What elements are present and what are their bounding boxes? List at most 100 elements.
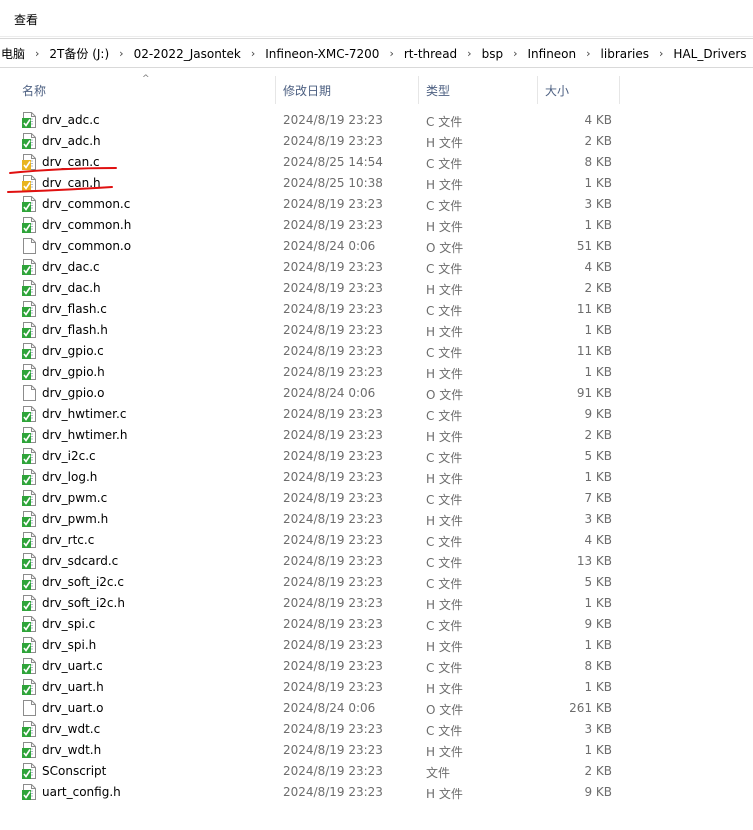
- breadcrumb-item[interactable]: 2T备份 (J:): [48, 45, 110, 62]
- file-row[interactable]: drv_uart.o 2024/8/24 0:06 O 文件 261 KB: [0, 698, 753, 719]
- column-header-date[interactable]: 修改日期: [283, 82, 331, 99]
- file-size: 4 KB: [584, 113, 612, 127]
- column-divider[interactable]: [418, 76, 419, 104]
- column-divider[interactable]: [537, 76, 538, 104]
- source-file-icon: [22, 196, 36, 212]
- file-name: drv_sdcard.c: [42, 554, 119, 568]
- source-file-icon: [22, 301, 36, 317]
- file-row[interactable]: drv_adc.h 2024/8/19 23:23 H 文件 2 KB: [0, 131, 753, 152]
- column-header-name[interactable]: 名称: [22, 82, 46, 99]
- file-row[interactable]: drv_soft_i2c.h 2024/8/19 23:23 H 文件 1 KB: [0, 593, 753, 614]
- file-row[interactable]: drv_soft_i2c.c 2024/8/19 23:23 C 文件 5 KB: [0, 572, 753, 593]
- file-row[interactable]: drv_gpio.c 2024/8/19 23:23 C 文件 11 KB: [0, 341, 753, 362]
- file-modified-date: 2024/8/24 0:06: [283, 239, 376, 253]
- column-divider[interactable]: [619, 76, 620, 104]
- breadcrumb-item[interactable]: 电脑: [0, 45, 26, 62]
- file-name: drv_flash.c: [42, 302, 107, 316]
- breadcrumb-separator-icon[interactable]: ›: [467, 47, 471, 60]
- file-row[interactable]: drv_gpio.h 2024/8/19 23:23 H 文件 1 KB: [0, 362, 753, 383]
- file-row[interactable]: drv_sdcard.c 2024/8/19 23:23 C 文件 13 KB: [0, 551, 753, 572]
- file-row[interactable]: drv_uart.h 2024/8/19 23:23 H 文件 1 KB: [0, 677, 753, 698]
- file-row[interactable]: uart_config.h 2024/8/19 23:23 H 文件 9 KB: [0, 782, 753, 803]
- file-row[interactable]: drv_can.h 2024/8/25 10:38 H 文件 1 KB: [0, 173, 753, 194]
- file-size: 51 KB: [576, 239, 612, 253]
- file-row[interactable]: drv_can.c 2024/8/25 14:54 C 文件 8 KB: [0, 152, 753, 173]
- file-row[interactable]: drv_log.h 2024/8/19 23:23 H 文件 1 KB: [0, 467, 753, 488]
- file-name: drv_wdt.c: [42, 722, 101, 736]
- breadcrumb-item[interactable]: libraries: [600, 47, 650, 61]
- breadcrumb-separator-icon[interactable]: ›: [251, 47, 255, 60]
- file-name: drv_uart.h: [42, 680, 104, 694]
- file-name: drv_wdt.h: [42, 743, 102, 757]
- file-size: 4 KB: [584, 260, 612, 274]
- view-tab[interactable]: 查看: [14, 11, 38, 28]
- file-row[interactable]: drv_flash.h 2024/8/19 23:23 H 文件 1 KB: [0, 320, 753, 341]
- file-name: drv_flash.h: [42, 323, 108, 337]
- source-file-icon: [22, 448, 36, 464]
- file-type: C 文件: [426, 199, 463, 213]
- source-file-icon: [22, 595, 36, 611]
- column-header-size[interactable]: 大小: [545, 82, 569, 99]
- file-type: 文件: [426, 766, 451, 780]
- file-modified-date: 2024/8/19 23:23: [283, 281, 383, 295]
- file-row[interactable]: drv_flash.c 2024/8/19 23:23 C 文件 11 KB: [0, 299, 753, 320]
- file-type: C 文件: [426, 409, 463, 423]
- file-row[interactable]: drv_spi.c 2024/8/19 23:23 C 文件 9 KB: [0, 614, 753, 635]
- breadcrumb-separator-icon[interactable]: ›: [389, 47, 393, 60]
- file-name: SConscript: [42, 764, 107, 778]
- file-row[interactable]: drv_gpio.o 2024/8/24 0:06 O 文件 91 KB: [0, 383, 753, 404]
- file-row[interactable]: drv_wdt.c 2024/8/19 23:23 C 文件 3 KB: [0, 719, 753, 740]
- file-row[interactable]: drv_adc.c 2024/8/19 23:23 C 文件 4 KB: [0, 110, 753, 131]
- breadcrumb-separator-icon[interactable]: ›: [119, 47, 123, 60]
- file-modified-date: 2024/8/19 23:23: [283, 743, 383, 757]
- file-row[interactable]: drv_common.c 2024/8/19 23:23 C 文件 3 KB: [0, 194, 753, 215]
- source-file-icon: [22, 742, 36, 758]
- file-row[interactable]: drv_spi.h 2024/8/19 23:23 H 文件 1 KB: [0, 635, 753, 656]
- breadcrumb-item[interactable]: HAL_Drivers: [672, 47, 747, 61]
- file-row[interactable]: drv_pwm.c 2024/8/19 23:23 C 文件 7 KB: [0, 488, 753, 509]
- breadcrumb-item[interactable]: bsp: [481, 47, 505, 61]
- file-size: 9 KB: [584, 407, 612, 421]
- file-row[interactable]: drv_common.h 2024/8/19 23:23 H 文件 1 KB: [0, 215, 753, 236]
- address-bar[interactable]: 电脑 › 2T备份 (J:) › 02-2022_Jasontek › Infineon-X…: [0, 38, 753, 68]
- file-type: H 文件: [426, 787, 463, 801]
- file-size: 1 KB: [584, 743, 612, 757]
- file-size: 8 KB: [584, 155, 612, 169]
- file-size: 5 KB: [584, 575, 612, 589]
- file-type: H 文件: [426, 745, 463, 759]
- file-row[interactable]: drv_dac.h 2024/8/19 23:23 H 文件 2 KB: [0, 278, 753, 299]
- file-name: drv_adc.h: [42, 134, 101, 148]
- breadcrumb-separator-icon[interactable]: ›: [513, 47, 517, 60]
- source-file-icon: [22, 784, 36, 800]
- file-row[interactable]: drv_pwm.h 2024/8/19 23:23 H 文件 3 KB: [0, 509, 753, 530]
- breadcrumb-item[interactable]: Infineon-XMC-7200: [264, 47, 380, 61]
- file-row[interactable]: drv_uart.c 2024/8/19 23:23 C 文件 8 KB: [0, 656, 753, 677]
- column-header-type[interactable]: 类型: [426, 82, 450, 99]
- breadcrumb-item[interactable]: 02-2022_Jasontek: [133, 47, 242, 61]
- breadcrumb-item[interactable]: Infineon: [526, 47, 577, 61]
- file-type: C 文件: [426, 157, 463, 171]
- file-row[interactable]: drv_i2c.c 2024/8/19 23:23 C 文件 5 KB: [0, 446, 753, 467]
- file-row[interactable]: drv_wdt.h 2024/8/19 23:23 H 文件 1 KB: [0, 740, 753, 761]
- source-file-icon: [22, 112, 36, 128]
- breadcrumb-separator-icon[interactable]: ›: [659, 47, 663, 60]
- file-modified-date: 2024/8/19 23:23: [283, 218, 383, 232]
- file-row[interactable]: SConscript 2024/8/19 23:23 文件 2 KB: [0, 761, 753, 782]
- file-row[interactable]: drv_dac.c 2024/8/19 23:23 C 文件 4 KB: [0, 257, 753, 278]
- source-file-icon: [22, 217, 36, 233]
- blank-file-icon: [22, 238, 36, 254]
- file-row[interactable]: drv_rtc.c 2024/8/19 23:23 C 文件 4 KB: [0, 530, 753, 551]
- file-size: 3 KB: [584, 197, 612, 211]
- file-type: C 文件: [426, 262, 463, 276]
- file-size: 8 KB: [584, 659, 612, 673]
- file-row[interactable]: drv_common.o 2024/8/24 0:06 O 文件 51 KB: [0, 236, 753, 257]
- file-row[interactable]: drv_hwtimer.h 2024/8/19 23:23 H 文件 2 KB: [0, 425, 753, 446]
- file-row[interactable]: drv_hwtimer.c 2024/8/19 23:23 C 文件 9 KB: [0, 404, 753, 425]
- column-header-row: ^ 名称 修改日期 类型 大小: [0, 74, 753, 104]
- file-modified-date: 2024/8/19 23:23: [283, 638, 383, 652]
- breadcrumb-separator-icon[interactable]: ›: [586, 47, 590, 60]
- file-name: drv_hwtimer.h: [42, 428, 128, 442]
- column-divider[interactable]: [275, 76, 276, 104]
- breadcrumb-separator-icon[interactable]: ›: [35, 47, 39, 60]
- breadcrumb-item[interactable]: rt-thread: [403, 47, 458, 61]
